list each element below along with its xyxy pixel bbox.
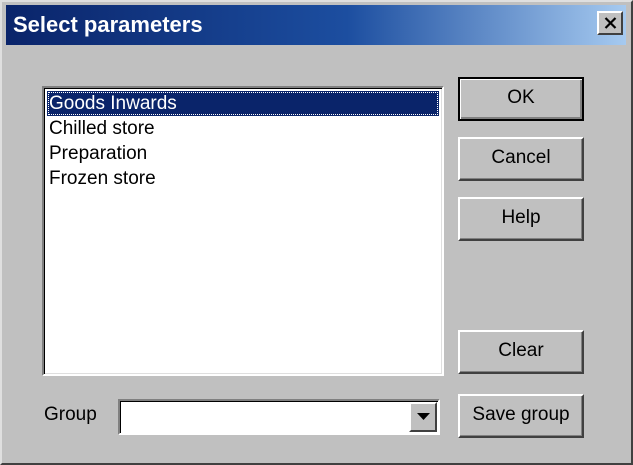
cancel-button[interactable]: Cancel bbox=[458, 137, 584, 181]
list-item-chilled-store[interactable]: Chilled store bbox=[47, 116, 439, 141]
close-button[interactable] bbox=[597, 11, 623, 35]
window-title: Select parameters bbox=[13, 12, 203, 37]
group-combobox[interactable] bbox=[118, 399, 440, 435]
save-group-button[interactable]: Save group bbox=[458, 394, 584, 438]
close-icon bbox=[604, 17, 617, 29]
parameters-listbox[interactable]: Goods Inwards Chilled store Preparation … bbox=[42, 86, 444, 376]
list-item-goods-inwards[interactable]: Goods Inwards bbox=[47, 91, 439, 116]
ok-button[interactable]: OK bbox=[458, 77, 584, 121]
help-button[interactable]: Help bbox=[458, 197, 584, 241]
list-item-preparation[interactable]: Preparation bbox=[47, 141, 439, 166]
select-parameters-dialog: Select parameters Goods Inwards Chilled … bbox=[0, 0, 633, 465]
group-label: Group bbox=[44, 404, 97, 425]
clear-button[interactable]: Clear bbox=[458, 330, 584, 374]
group-dropdown-button[interactable] bbox=[409, 402, 437, 432]
list-item-frozen-store[interactable]: Frozen store bbox=[47, 166, 439, 191]
chevron-down-icon bbox=[417, 413, 430, 420]
title-bar[interactable]: Select parameters bbox=[6, 5, 626, 45]
